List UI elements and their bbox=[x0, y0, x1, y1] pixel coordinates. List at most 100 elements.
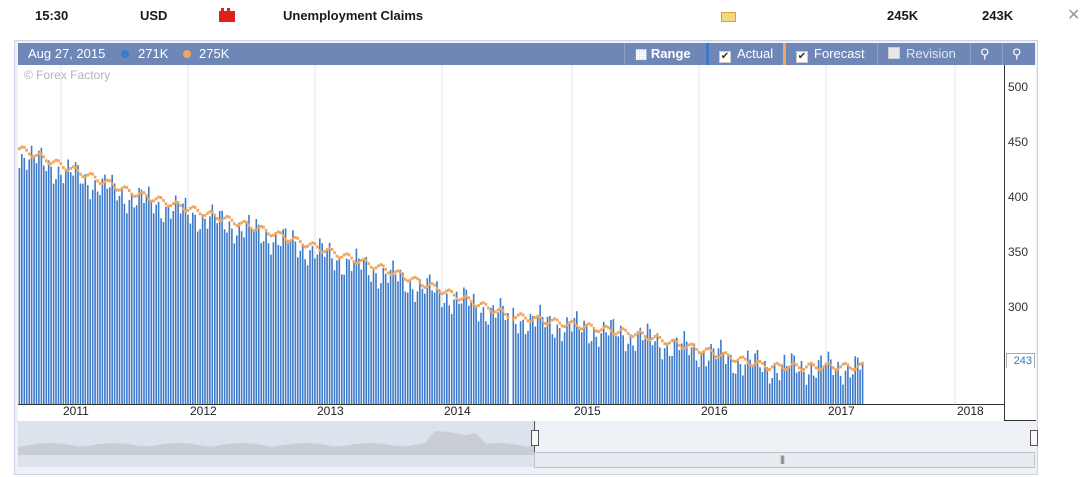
actual-bar bbox=[148, 186, 150, 404]
forecast-marker bbox=[585, 323, 588, 327]
actual-bar bbox=[363, 259, 365, 404]
actual-bar bbox=[419, 279, 421, 404]
forecast-marker bbox=[113, 186, 116, 190]
navigator-right-handle[interactable] bbox=[1030, 430, 1038, 446]
x-tick-label: 2018 bbox=[957, 404, 984, 418]
forecast-marker bbox=[817, 368, 820, 372]
revision-toggle[interactable]: Revision bbox=[877, 43, 970, 65]
actual-bar bbox=[551, 334, 554, 404]
forecast-marker bbox=[108, 179, 112, 183]
forecast-marker bbox=[670, 339, 674, 343]
y-tick-label: 350 bbox=[1008, 245, 1029, 260]
actual-bar bbox=[693, 343, 695, 404]
actual-bar bbox=[314, 258, 316, 404]
forecast-marker bbox=[790, 362, 793, 366]
zoom-out-button[interactable]: ⚲ bbox=[1002, 43, 1035, 65]
forecast-marker bbox=[592, 326, 596, 330]
forecast-marker bbox=[418, 280, 422, 284]
y-tick-label: 450 bbox=[1008, 135, 1029, 150]
forecast-marker bbox=[445, 289, 449, 293]
forecast-marker bbox=[137, 192, 141, 196]
x-axis bbox=[18, 404, 1004, 421]
forecast-marker bbox=[330, 247, 334, 251]
forecast-marker bbox=[714, 355, 718, 359]
actual-bar bbox=[812, 375, 815, 404]
actual-bar bbox=[815, 377, 817, 404]
navigator-scrollbar[interactable] bbox=[534, 452, 1035, 468]
actual-bar bbox=[759, 367, 761, 404]
forecast-marker bbox=[831, 366, 835, 370]
actual-bar bbox=[152, 213, 155, 404]
forecast-toggle[interactable]: ✔ Forecast bbox=[783, 43, 877, 65]
actual-bar bbox=[155, 204, 157, 404]
actual-bar bbox=[358, 258, 360, 404]
forecast-marker bbox=[568, 321, 571, 324]
forecast-marker bbox=[587, 322, 591, 326]
zoom-in-button[interactable]: ⚲ bbox=[970, 43, 1002, 65]
forecast-marker bbox=[775, 361, 779, 365]
actual-bar bbox=[460, 303, 463, 404]
actual-bar bbox=[123, 203, 126, 404]
forecast-marker bbox=[435, 287, 439, 291]
actual-bar bbox=[45, 171, 48, 404]
actual-bar bbox=[715, 358, 717, 404]
actual-bar bbox=[727, 353, 729, 404]
forecast-marker bbox=[814, 366, 818, 370]
forecast-marker bbox=[59, 162, 63, 166]
forecast-marker bbox=[245, 220, 248, 224]
actual-bar bbox=[292, 230, 294, 404]
actual-bar bbox=[732, 372, 734, 404]
actual-bar bbox=[179, 213, 182, 404]
x-tick-label: 2012 bbox=[190, 404, 217, 418]
forecast-marker bbox=[536, 314, 539, 318]
actual-bar bbox=[299, 250, 302, 404]
actual-bar bbox=[817, 360, 820, 404]
forecast-marker bbox=[746, 361, 750, 365]
event-row[interactable]: 15:30 USD Unemployment Claims 245K 243K … bbox=[0, 0, 1082, 32]
actual-toggle[interactable]: ✔ Actual bbox=[706, 43, 783, 65]
forecast-marker bbox=[342, 253, 346, 257]
forecast-marker bbox=[702, 349, 706, 353]
actual-bar bbox=[336, 260, 338, 404]
event-title[interactable]: Unemployment Claims bbox=[283, 8, 423, 23]
forecast-marker bbox=[768, 367, 771, 371]
folder-icon[interactable] bbox=[721, 12, 736, 22]
actual-bar bbox=[788, 368, 791, 404]
forecast-marker bbox=[18, 147, 21, 151]
forecast-marker bbox=[120, 186, 124, 190]
forecast-checkbox[interactable]: ✔ bbox=[796, 51, 808, 63]
forecast-marker bbox=[25, 148, 28, 152]
forecast-marker bbox=[665, 342, 669, 346]
plot-area[interactable] bbox=[18, 65, 1035, 404]
forecast-marker bbox=[401, 274, 405, 278]
actual-bar bbox=[99, 195, 101, 404]
actual-bar bbox=[40, 147, 43, 404]
forecast-marker bbox=[499, 307, 502, 311]
close-icon[interactable]: ✕ bbox=[1067, 5, 1080, 25]
actual-bar bbox=[803, 371, 805, 404]
actual-bar bbox=[409, 281, 411, 404]
actual-bar bbox=[226, 232, 228, 404]
forecast-marker bbox=[731, 359, 735, 363]
revision-checkbox[interactable] bbox=[888, 47, 900, 59]
forecast-marker bbox=[477, 304, 480, 307]
scrollbar-grip-icon[interactable]: ||| bbox=[780, 454, 785, 464]
actual-bar bbox=[695, 360, 698, 404]
forecast-marker bbox=[364, 258, 368, 262]
actual-bar bbox=[712, 348, 715, 404]
forecast-marker bbox=[196, 208, 199, 212]
forecast-marker bbox=[294, 235, 297, 239]
forecast-marker bbox=[704, 347, 708, 351]
actual-checkbox[interactable]: ✔ bbox=[719, 51, 731, 63]
actual-bar bbox=[406, 292, 409, 404]
actual-bar bbox=[629, 334, 632, 404]
navigator-left-handle[interactable] bbox=[531, 430, 539, 446]
x-tick-label: 2011 bbox=[63, 404, 89, 418]
forecast-marker bbox=[208, 210, 212, 214]
actual-bar bbox=[527, 330, 529, 404]
forecast-marker bbox=[844, 361, 847, 365]
actual-bar bbox=[588, 343, 590, 404]
forecast-marker bbox=[313, 242, 317, 246]
forecast-marker bbox=[834, 368, 837, 372]
range-button[interactable]: ▦ Range bbox=[624, 43, 706, 65]
